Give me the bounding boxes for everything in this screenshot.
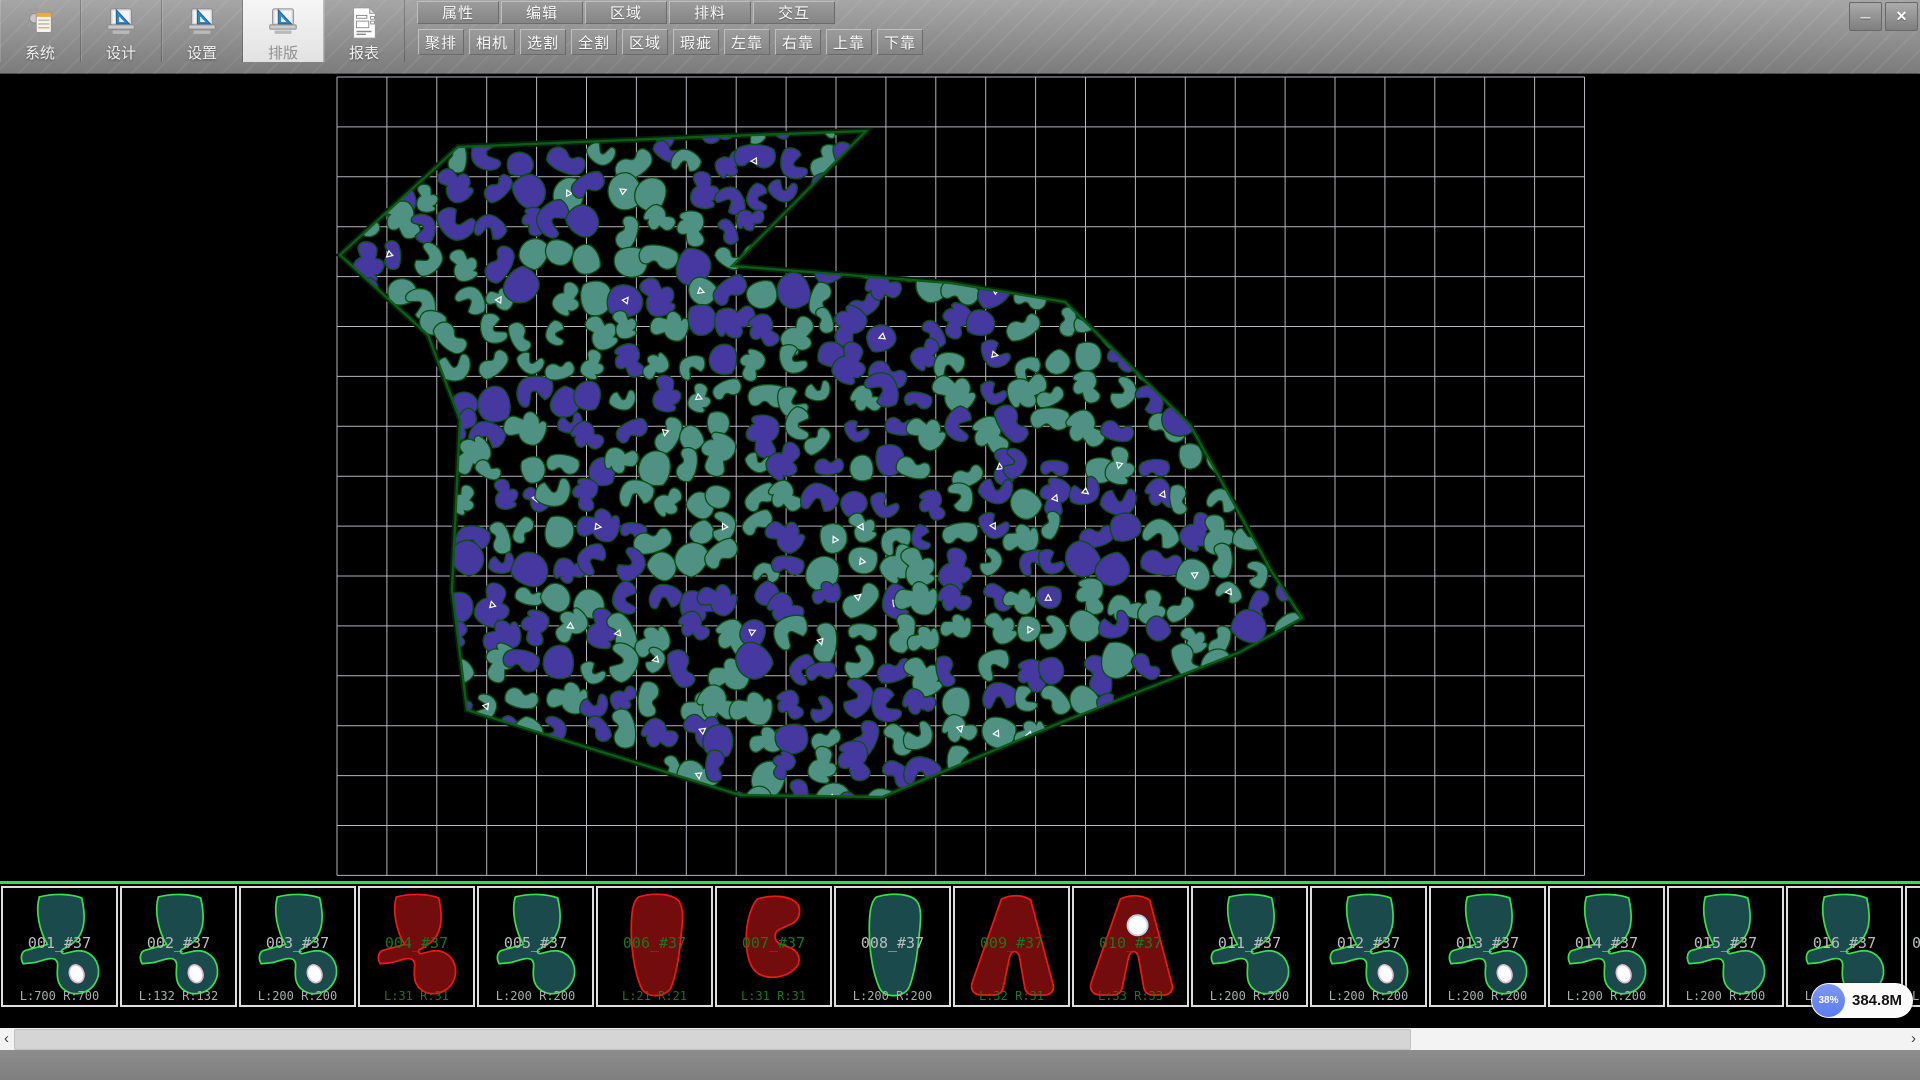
piece-tile[interactable]: 014_#37L:200 R:200	[1548, 886, 1665, 1007]
tool-button-align-bottom[interactable]: 下靠	[877, 29, 923, 55]
scroll-left-arrow[interactable]: ‹	[0, 1028, 13, 1050]
piece-tile[interactable]: 009_#37L:32 R:31	[953, 886, 1070, 1007]
menu-item-properties[interactable]: 属性	[417, 1, 499, 24]
app-window: 系统设计设置排版报表 属性编辑区域排料交互 聚排相机选割全割区域瑕疵左靠右靠上靠…	[0, 0, 1920, 1080]
piece-shape	[128, 890, 229, 1003]
nesting-icon	[243, 0, 323, 40]
piece-tile[interactable]: 005_#37L:200 R:200	[477, 886, 594, 1007]
piece-shape	[1913, 890, 1920, 1003]
piece-tile[interactable]: 015_#37L:200 R:200	[1667, 886, 1784, 1007]
main-tabs: 系统设计设置排版报表	[0, 0, 405, 62]
piece-shape	[1080, 890, 1181, 1003]
piece-shape	[723, 890, 824, 1003]
tab-settings[interactable]: 设置	[162, 0, 243, 62]
piece-tile-list: 001_#37L:700 R:700002_#37L:132 R:132003_…	[1, 886, 1920, 1007]
settings-icon	[162, 0, 242, 40]
tool-button-align-left[interactable]: 左靠	[724, 29, 770, 55]
piece-shape	[366, 890, 467, 1003]
strip-divider	[0, 881, 1920, 884]
menu-item-edit[interactable]: 编辑	[501, 1, 583, 24]
piece-tile[interactable]: 001_#37L:700 R:700	[1, 886, 118, 1007]
report-icon	[324, 0, 404, 40]
scroll-right-arrow[interactable]: ›	[1907, 1028, 1920, 1050]
scrollbar-thumb[interactable]	[14, 1029, 1411, 1050]
tab-label: 排版	[243, 42, 323, 63]
piece-shape	[604, 890, 705, 1003]
tool-button-cut-all[interactable]: 全割	[571, 29, 617, 55]
pieces-strip: 001_#37L:700 R:700002_#37L:132 R:132003_…	[0, 881, 1920, 1028]
piece-tile[interactable]: 002_#37L:132 R:132	[120, 886, 237, 1007]
tab-label: 设计	[81, 42, 161, 63]
tool-button-camera[interactable]: 相机	[469, 29, 515, 55]
toolbar: 系统设计设置排版报表 属性编辑区域排料交互 聚排相机选割全割区域瑕疵左靠右靠上靠…	[0, 0, 1920, 74]
tool-button-area[interactable]: 区域	[622, 29, 668, 55]
bottom-strip	[0, 1050, 1920, 1080]
piece-tile[interactable]: 006_#37L:21 R:21	[596, 886, 713, 1007]
tab-report[interactable]: 报表	[324, 0, 405, 62]
piece-tile[interactable]: 013_#37L:200 R:200	[1429, 886, 1546, 1007]
piece-tile[interactable]: 008_#37L:200 R:200	[834, 886, 951, 1007]
piece-tile[interactable]: 004_#37L:31 R:31	[358, 886, 475, 1007]
nesting-drawing	[0, 74, 1920, 884]
piece-shape	[1556, 890, 1657, 1003]
piece-shape	[485, 890, 586, 1003]
piece-tile[interactable]: 012_#37L:200 R:200	[1310, 886, 1427, 1007]
tool-button-defect[interactable]: 瑕疵	[673, 29, 719, 55]
tool-button-align-right[interactable]: 右靠	[775, 29, 821, 55]
system-icon	[0, 0, 80, 40]
tab-label: 系统	[0, 42, 80, 63]
menu-item-interact[interactable]: 交互	[753, 1, 835, 24]
piece-tile[interactable]: 011_#37L:200 R:200	[1191, 886, 1308, 1007]
tab-design[interactable]: 设计	[81, 0, 162, 62]
memory-badge[interactable]: 38% 384.8M	[1811, 983, 1913, 1018]
tab-system[interactable]: 系统	[0, 0, 81, 62]
nested-pieces	[301, 94, 1316, 831]
piece-tile[interactable]: 010_#37L:33 R:33	[1072, 886, 1189, 1007]
menu-item-nest[interactable]: 排料	[669, 1, 751, 24]
piece-shape	[842, 890, 943, 1003]
tool-button-cut-selected[interactable]: 选割	[520, 29, 566, 55]
tool-button-cluster-nest[interactable]: 聚排	[418, 29, 464, 55]
piece-shape	[247, 890, 348, 1003]
tab-label: 报表	[324, 42, 404, 63]
piece-shape	[1675, 890, 1776, 1003]
piece-shape	[1199, 890, 1300, 1003]
piece-tile[interactable]: 003_#37L:200 R:200	[239, 886, 356, 1007]
scrollbar-track[interactable]	[13, 1028, 1907, 1050]
close-button[interactable]: ✕	[1885, 2, 1918, 31]
menu-item-region[interactable]: 区域	[585, 1, 667, 24]
menu-row-1: 属性编辑区域排料交互	[417, 1, 837, 24]
window-controls: ─ ✕	[1849, 2, 1918, 31]
design-icon	[81, 0, 161, 40]
percent-indicator: 38%	[1812, 984, 1845, 1017]
memory-size: 384.8M	[1852, 992, 1902, 1009]
piece-tile[interactable]: 007_#37L:31 R:31	[715, 886, 832, 1007]
piece-shape	[9, 890, 110, 1003]
minimize-button[interactable]: ─	[1849, 2, 1882, 31]
piece-shape	[1437, 890, 1538, 1003]
menu-row-2: 聚排相机选割全割区域瑕疵左靠右靠上靠下靠	[418, 29, 928, 55]
piece-shape	[961, 890, 1062, 1003]
nesting-canvas[interactable]	[0, 74, 1920, 884]
horizontal-scrollbar[interactable]: ‹ ›	[0, 1028, 1920, 1050]
percent-value: 38%	[1818, 995, 1838, 1006]
tool-button-align-top[interactable]: 上靠	[826, 29, 872, 55]
piece-shape	[1318, 890, 1419, 1003]
tab-label: 设置	[162, 42, 242, 63]
tab-nesting[interactable]: 排版	[243, 0, 324, 62]
